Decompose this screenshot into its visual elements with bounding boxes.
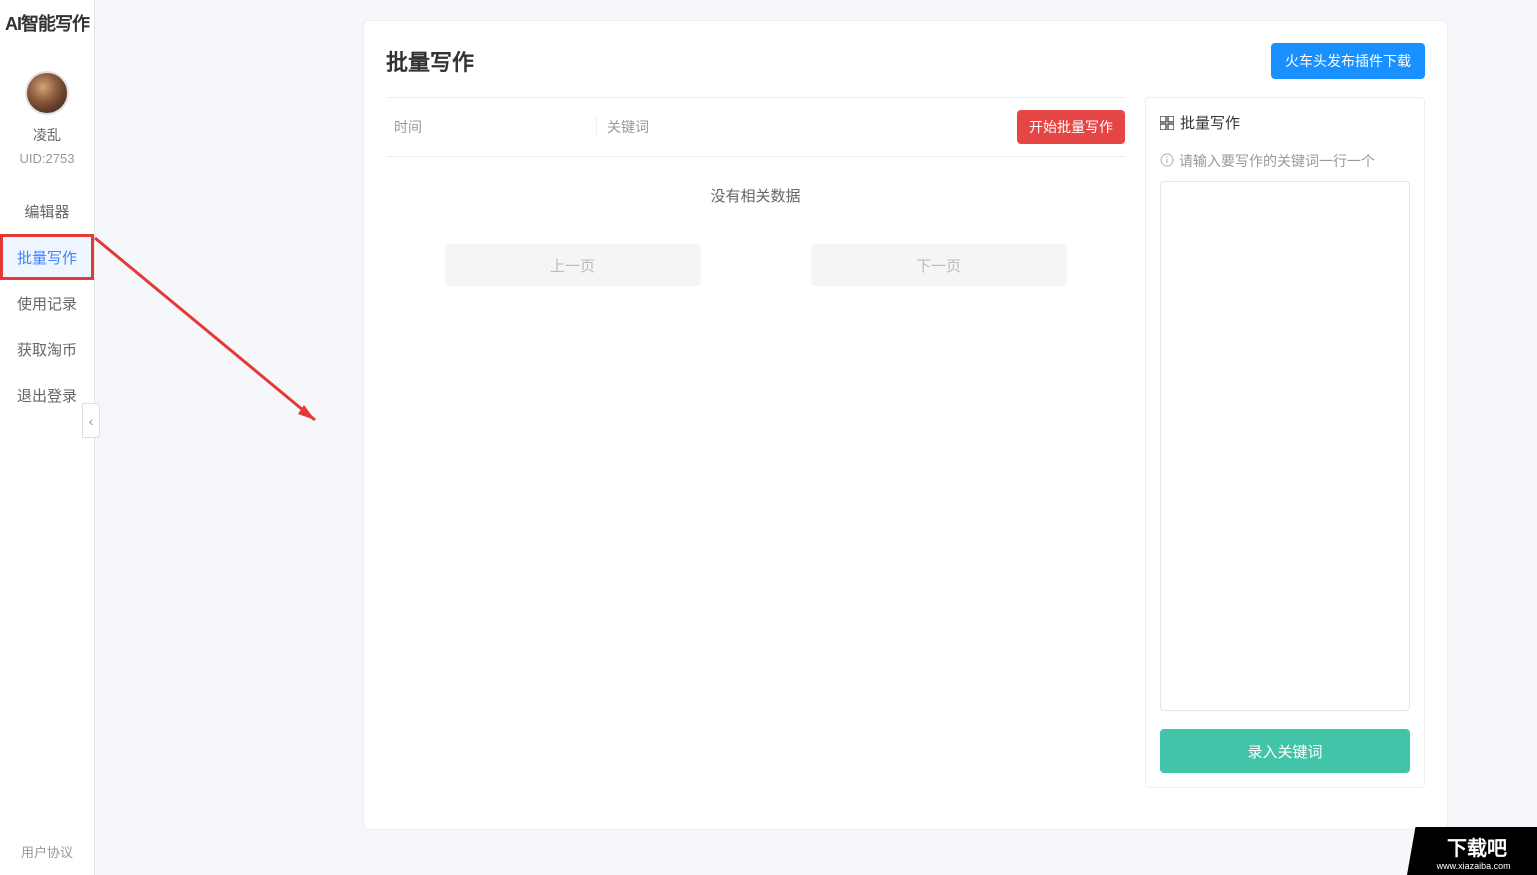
column-header-time: 时间 bbox=[386, 117, 596, 137]
uid-label: UID:2753 bbox=[20, 151, 75, 166]
column-header-keyword: 关键词 bbox=[596, 117, 1017, 137]
no-data-message: 没有相关数据 bbox=[386, 156, 1125, 236]
card-title-text: 批量写作 bbox=[1180, 112, 1240, 133]
main-panel: 批量写作 火车头发布插件下载 时间 关键词 开始批量写作 没有相关数据 上一页 … bbox=[363, 20, 1448, 830]
info-icon bbox=[1160, 153, 1174, 170]
user-agreement-link[interactable]: 用户协议 bbox=[21, 842, 73, 861]
watermark-badge: 下载吧 www.xiazaiba.com bbox=[1407, 827, 1537, 875]
download-plugin-button[interactable]: 火车头发布插件下载 bbox=[1271, 43, 1425, 79]
next-page-button[interactable]: 下一页 bbox=[811, 244, 1067, 286]
app-logo: AI智能写作 bbox=[5, 10, 89, 36]
card-hint-text: 请输入要写作的关键词一行一个 bbox=[1179, 151, 1375, 171]
user-avatar[interactable] bbox=[25, 71, 69, 115]
left-panel: 时间 关键词 开始批量写作 没有相关数据 上一页 下一页 bbox=[386, 97, 1125, 788]
keyword-input-card: 批量写作 请输入要写作的关键词一行一个 录入关键词 bbox=[1145, 97, 1425, 788]
table-header: 时间 关键词 开始批量写作 bbox=[386, 97, 1125, 156]
nav-menu: 编辑器 批量写作 使用记录 获取淘币 退出登录 bbox=[0, 188, 94, 418]
prev-page-button[interactable]: 上一页 bbox=[445, 244, 701, 286]
watermark-url-text: www.xiazaiba.com bbox=[1437, 861, 1511, 871]
nav-item-logout[interactable]: 退出登录 bbox=[0, 372, 94, 418]
pagination: 上一页 下一页 bbox=[386, 236, 1125, 294]
nav-item-get-coins[interactable]: 获取淘币 bbox=[0, 326, 94, 372]
watermark-main-text: 下载吧 bbox=[1447, 832, 1507, 861]
nav-item-usage-history[interactable]: 使用记录 bbox=[0, 280, 94, 326]
sidebar: AI智能写作 凌乱 UID:2753 编辑器 批量写作 使用记录 获取淘币 退出… bbox=[0, 0, 95, 875]
start-batch-button[interactable]: 开始批量写作 bbox=[1017, 110, 1125, 144]
card-hint: 请输入要写作的关键词一行一个 bbox=[1160, 151, 1410, 171]
grid-icon bbox=[1160, 116, 1174, 130]
card-title: 批量写作 bbox=[1160, 112, 1410, 133]
annotation-arrow bbox=[90, 230, 330, 435]
nav-item-batch-writing[interactable]: 批量写作 bbox=[0, 234, 94, 280]
submit-keywords-button[interactable]: 录入关键词 bbox=[1160, 729, 1410, 773]
sidebar-collapse-button[interactable]: ‹ bbox=[82, 403, 100, 438]
nav-item-editor[interactable]: 编辑器 bbox=[0, 188, 94, 234]
username-label: 凌乱 bbox=[33, 125, 61, 145]
page-header: 批量写作 火车头发布插件下载 bbox=[364, 21, 1447, 97]
page-title: 批量写作 bbox=[386, 45, 474, 77]
keyword-textarea[interactable] bbox=[1160, 181, 1410, 711]
